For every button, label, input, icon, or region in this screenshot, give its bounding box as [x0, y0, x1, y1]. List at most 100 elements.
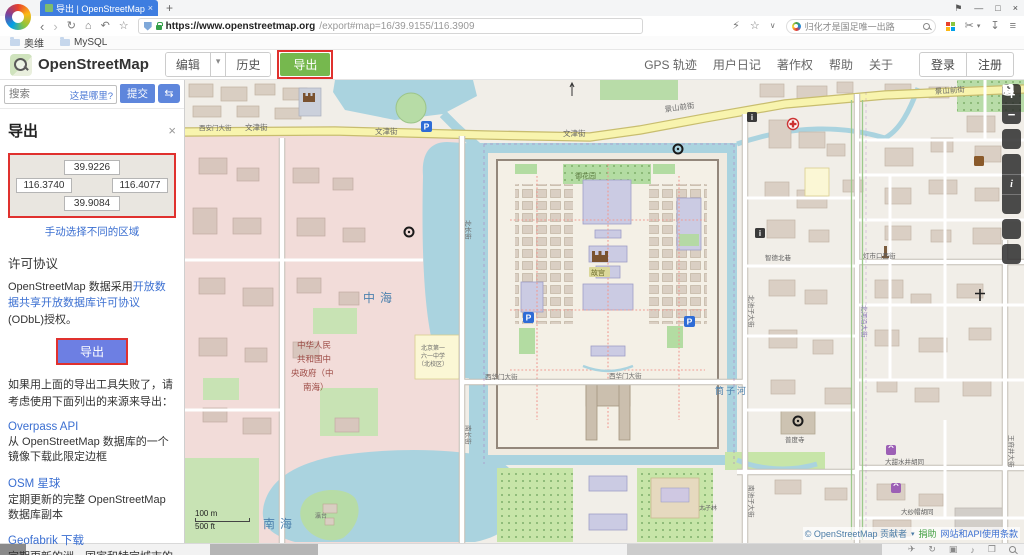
search-submit-button[interactable]: 提交	[120, 84, 155, 103]
refresh-icon[interactable]: ↻	[67, 21, 76, 32]
shop-icon	[886, 445, 896, 455]
bound-north-input[interactable]	[64, 160, 120, 175]
gps-traces-link[interactable]: GPS 轨迹	[644, 56, 697, 73]
tab-close-icon[interactable]: ×	[148, 3, 153, 13]
favorites-star-icon[interactable]: ☆	[750, 21, 760, 32]
manual-select-link[interactable]: 手动选择不同的区域	[8, 224, 176, 239]
svg-text:大纱帽胡同: 大纱帽胡同	[901, 507, 934, 516]
history-icon[interactable]: ↻	[928, 544, 936, 555]
window-controls: ⚑ — □ ×	[954, 0, 1018, 16]
map-canvas[interactable]: P P P	[185, 80, 1024, 543]
copyright-link[interactable]: 著作权	[777, 56, 813, 73]
minimize-button[interactable]: —	[974, 3, 983, 13]
add-note-button[interactable]	[1002, 219, 1021, 239]
send-icon[interactable]: ✈	[908, 544, 916, 555]
signup-button[interactable]: 注册	[966, 53, 1013, 76]
info-icon: i	[755, 228, 765, 238]
bookmark-star-icon[interactable]: ☆	[119, 21, 129, 32]
help-link[interactable]: 帮助	[829, 56, 853, 73]
bookmark-folder[interactable]: 奥维	[10, 35, 44, 50]
zoom-search-icon[interactable]	[1009, 546, 1016, 553]
bound-east-input[interactable]	[112, 178, 168, 193]
parking-icon: P	[421, 121, 432, 132]
svg-text:北池子大街: 北池子大街	[747, 295, 756, 328]
browser-search-box[interactable]: 归化才是国足唯一出路	[786, 19, 936, 34]
edit-caret-icon[interactable]: ▾	[210, 53, 226, 76]
about-link[interactable]: 关于	[869, 56, 893, 73]
login-button[interactable]: 登录	[920, 53, 966, 76]
svg-text:中海: 中海	[363, 290, 397, 305]
zoom-out-button[interactable]: −	[1002, 104, 1021, 124]
svg-text:南海: 南海	[263, 516, 297, 531]
back-icon[interactable]: ‹	[40, 20, 44, 33]
new-tab-button[interactable]: +	[166, 1, 173, 15]
geofabrik-link[interactable]: Geofabrik 下载	[8, 532, 176, 548]
parking-icon: P	[523, 312, 534, 323]
close-button[interactable]: ×	[1013, 3, 1018, 13]
scale-bar: 100 m 500 ft	[195, 509, 250, 531]
statusbar-icons: ✈ ↻ ▣ ♪ ❐	[908, 544, 1016, 555]
edit-button[interactable]: 编辑	[166, 53, 210, 76]
flag-icon[interactable]: ⚑	[954, 3, 962, 14]
svg-text:西华门大街: 西华门大街	[609, 371, 642, 380]
undo-icon[interactable]: ↶	[101, 21, 110, 32]
map-key-button[interactable]: i	[1002, 174, 1021, 194]
bound-south-input[interactable]	[64, 196, 120, 211]
attribution-copyright[interactable]: © OpenStreetMap 贡献者	[805, 527, 907, 540]
flash-icon[interactable]: ⚡	[732, 21, 740, 32]
svg-text:（北校区）: （北校区）	[418, 360, 448, 368]
url-host: https://www.openstreetmap.org	[166, 21, 316, 32]
svg-text:央政府（中: 央政府（中	[291, 368, 334, 378]
bookmark-folder[interactable]: MySQL	[60, 37, 107, 48]
layers-button[interactable]	[1002, 154, 1021, 174]
download-icon[interactable]: ↧	[990, 21, 999, 32]
scissors-caret-icon[interactable]: ▾	[977, 23, 981, 30]
where-is-this-link[interactable]: 这是哪里?	[70, 88, 113, 102]
export-button[interactable]: 导出	[58, 340, 126, 363]
terms-link[interactable]: 网站和API使用条款	[940, 527, 1018, 540]
osm-logo-icon[interactable]	[10, 54, 32, 76]
share-button[interactable]	[1002, 194, 1021, 214]
castle-icon	[592, 251, 608, 262]
chevron-down-icon[interactable]: ∨	[770, 22, 776, 30]
attribution-caret-icon[interactable]: ▾	[911, 530, 915, 538]
license-paragraph: OpenStreetMap 数据采用开放数据共享开放数据库许可协议 (ODbL)…	[8, 279, 176, 329]
sound-icon[interactable]: ♪	[970, 545, 975, 555]
url-bar[interactable]: https://www.openstreetmap.org/export#map…	[138, 18, 643, 34]
directions-button[interactable]: ⇆	[158, 84, 180, 103]
export-tab-button[interactable]: 导出	[280, 53, 330, 76]
query-features-button[interactable]: ?	[1002, 244, 1021, 264]
osm-planet-link[interactable]: OSM 星球	[8, 475, 176, 491]
scissors-icon[interactable]: ✂	[965, 21, 974, 32]
donate-link[interactable]: 捐助	[918, 527, 936, 540]
source-desc: 定期更新的洲、国家和特定城市的摘录	[8, 550, 176, 555]
bound-west-input[interactable]	[16, 178, 72, 193]
history-button[interactable]: 历史	[225, 53, 270, 76]
search-icon[interactable]	[923, 23, 930, 30]
menu-icon[interactable]: ≡	[1010, 21, 1016, 32]
apps-grid-icon[interactable]	[946, 22, 955, 31]
svg-text:太子林: 太子林	[699, 504, 717, 512]
home-icon[interactable]: ⌂	[85, 21, 92, 32]
grid-dot	[951, 22, 955, 26]
forward-icon[interactable]: ›	[53, 20, 57, 33]
svg-text:i: i	[759, 229, 761, 238]
browser-logo-icon[interactable]	[5, 4, 31, 30]
browser-window: 导出 | OpenStreetMap × + ⚑ — □ × ‹ › ↻ ⌂ ↶…	[0, 0, 1024, 555]
locate-button[interactable]	[1002, 129, 1021, 149]
svg-text:普度寺: 普度寺	[785, 435, 805, 444]
svg-text:智德北巷: 智德北巷	[765, 253, 792, 262]
sidebar: 这是哪里? 提交 ⇆ 导出 ×	[0, 80, 185, 543]
browser-tab[interactable]: 导出 | OpenStreetMap ×	[40, 0, 158, 16]
svg-text:P: P	[424, 122, 430, 132]
windows-icon[interactable]: ❐	[988, 544, 996, 555]
panel-close-icon[interactable]: ×	[168, 123, 176, 138]
overpass-api-link[interactable]: Overpass API	[8, 421, 176, 433]
maximize-button[interactable]: □	[995, 3, 1000, 13]
annotation-box-export-tab: 导出	[277, 50, 333, 79]
browser-toolbar: ⚡ ☆ ∨ 归化才是国足唯一出路 ✂ ▾ ↧ ≡	[732, 19, 1024, 34]
user-diaries-link[interactable]: 用户日记	[713, 56, 761, 73]
shield-icon	[144, 22, 152, 31]
archive-icon[interactable]: ▣	[949, 544, 958, 555]
site-title[interactable]: OpenStreetMap	[38, 56, 149, 73]
